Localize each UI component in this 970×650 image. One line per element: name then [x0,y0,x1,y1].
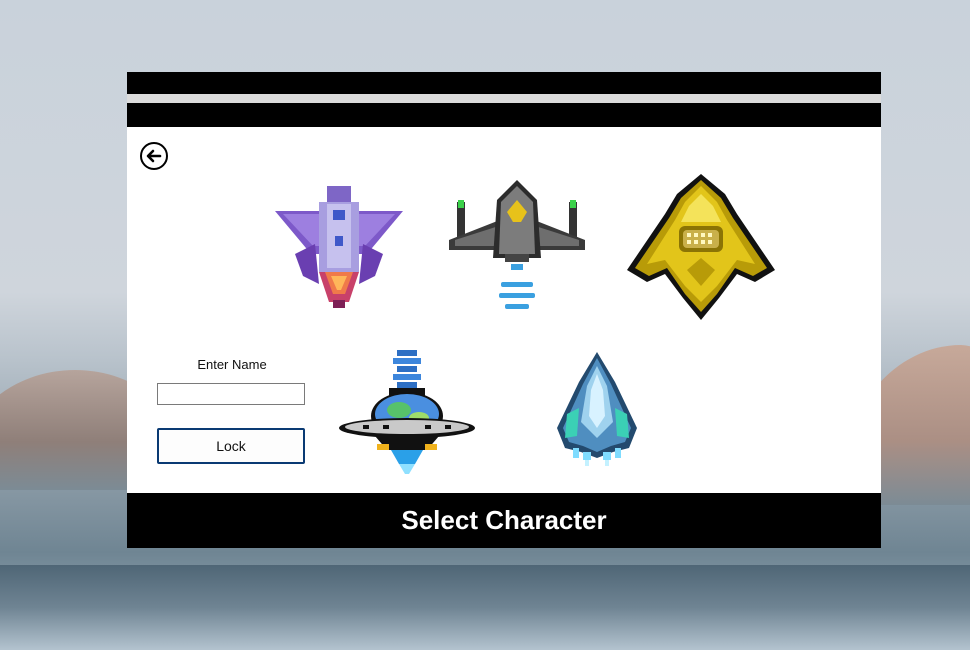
ufo-ship-icon [339,350,475,474]
gold-ship-icon [627,174,775,320]
character-select-window: Enter Name Lock Select Character [127,72,881,548]
back-button[interactable] [139,141,169,171]
back-arrow-icon [140,142,168,170]
desktop-water [0,565,970,650]
title-bar-stripe [127,94,881,103]
name-input[interactable] [157,383,305,405]
select-character-title: Select Character [401,505,607,535]
ship-ufo[interactable] [339,348,475,478]
lock-button[interactable]: Lock [157,428,305,464]
ship-gold[interactable] [627,174,775,322]
gray-jet-ship-icon [449,180,585,309]
blue-crystal-ship-icon [557,352,637,466]
purple-jet-ship-icon [275,186,403,308]
ship-blue-fighter[interactable] [553,352,641,470]
title-bar[interactable] [127,72,881,127]
enter-name-label: Enter Name [197,357,267,372]
ship-purple-fighter[interactable] [275,184,403,310]
ship-gray-fighter[interactable] [449,178,585,314]
footer-bar: Select Character [127,493,881,548]
